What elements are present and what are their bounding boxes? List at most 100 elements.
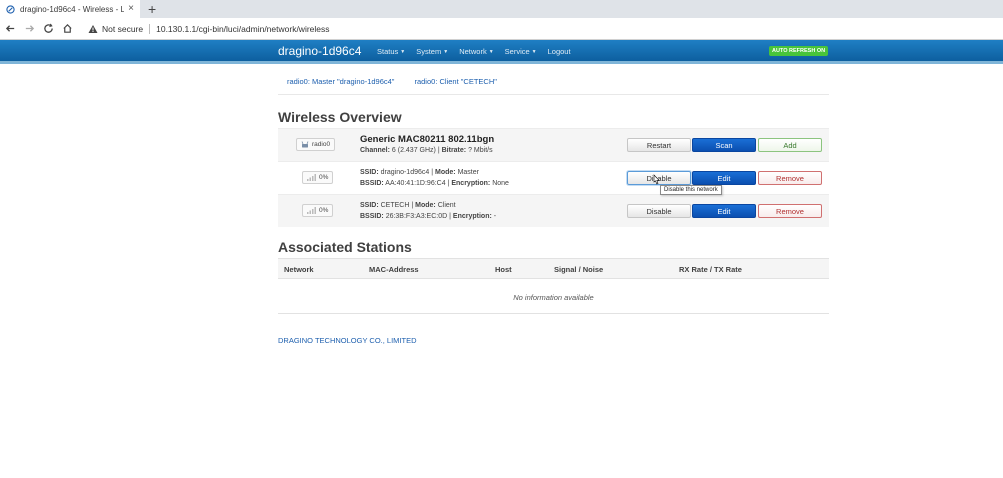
encryption-value: -: [493, 213, 497, 220]
bitrate-label: Bitrate:: [441, 147, 467, 154]
encryption-label: Encryption:: [451, 180, 491, 187]
scan-button[interactable]: Scan: [692, 138, 756, 152]
menu-network[interactable]: Network ▼: [459, 47, 493, 56]
separator: |: [431, 169, 434, 176]
signal-percent: 0%: [319, 174, 329, 181]
menu-status-label: Status: [377, 47, 399, 56]
bitrate-value: ? Mbit/s: [468, 147, 493, 154]
edit-button[interactable]: Edit: [692, 171, 756, 185]
reload-button[interactable]: [39, 20, 57, 38]
associated-stations-table: Network MAC-Address Host Signal / Noise …: [278, 258, 829, 314]
ssid-label: SSID:: [360, 169, 379, 176]
menu-service[interactable]: Service ▼: [505, 47, 537, 56]
radio-badge: radio0: [296, 138, 336, 151]
mode-label: Mode:: [415, 202, 436, 209]
wireless-overview-title: Wireless Overview: [278, 109, 402, 125]
url-text: 10.130.1.1/cgi-bin/luci/admin/network/wi…: [156, 23, 330, 34]
home-icon: [62, 23, 72, 33]
signal-percent: 0%: [319, 207, 329, 214]
luci-header: dragino-1d96c4 Status ▼ System ▼ Network ▼ …: [0, 40, 1003, 64]
disable-tooltip: Disable this network: [660, 185, 722, 195]
signal-badge: 0%: [302, 171, 334, 184]
menu-system[interactable]: System ▼: [416, 47, 448, 56]
bssid-label: BSSID:: [360, 213, 384, 220]
menu-network-label: Network: [459, 47, 487, 56]
browser-tab[interactable]: dragino-1d96c4 - Wireless - LuCI ×: [0, 0, 140, 18]
network-bssid-encryption: BSSID: 26:3B:F3:A3:EC:0D | Encryption: -: [360, 213, 496, 220]
mode-value: Master: [457, 169, 479, 176]
channel-value: 6 (2.437 GHz): [391, 147, 436, 154]
encryption-label: Encryption:: [452, 213, 492, 220]
bssid-value: 26:3B:F3:A3:EC:0D: [385, 213, 448, 220]
empty-message: No information available: [513, 293, 594, 302]
forward-button[interactable]: [20, 20, 38, 38]
separator: |: [449, 213, 451, 220]
caret-down-icon: ▼: [531, 48, 537, 55]
tab-title: dragino-1d96c4 - Wireless - LuCI: [20, 4, 125, 14]
luci-favicon-icon: [6, 4, 15, 14]
column-signal-noise: Signal / Noise: [554, 265, 604, 274]
subtab-bar: radio0: Master "dragino-1d96c4" radio0: …: [278, 68, 829, 95]
device-name: Generic MAC80211 802.11bgn: [360, 134, 495, 145]
url-field[interactable]: Not secure 10.130.1.1/cgi-bin/luci/admin…: [88, 23, 330, 34]
device-row: radio0 Generic MAC80211 802.11bgn Channe…: [278, 128, 829, 161]
menu-service-label: Service: [504, 47, 530, 56]
back-button[interactable]: [1, 20, 19, 38]
footer-link[interactable]: DRAGINO TECHNOLOGY CO., LIMITED: [278, 336, 417, 345]
menu-status[interactable]: Status ▼: [377, 47, 405, 56]
network-bssid-encryption: BSSID: AA:40:41:1D:96:C4 | Encryption: N…: [360, 180, 509, 187]
network-ssid-mode: SSID: CETECH | Mode: Client: [360, 202, 456, 209]
signal-strength-icon: [307, 207, 316, 214]
mode-value: Client: [437, 202, 456, 209]
ssid-value: CETECH: [380, 202, 410, 209]
reload-icon: [43, 23, 53, 33]
signal-strength-icon: [307, 174, 316, 181]
subtab-radio0-client[interactable]: radio0: Client "CETECH": [414, 77, 496, 86]
auto-refresh-toggle[interactable]: AUTO REFRESH ON: [769, 46, 829, 56]
forward-arrow-icon: [25, 25, 34, 32]
encryption-value: None: [492, 180, 509, 187]
menu-system-label: System: [416, 47, 442, 56]
caret-down-icon: ▼: [488, 48, 494, 55]
separator: |: [437, 147, 440, 154]
disable-button[interactable]: Disable: [627, 204, 691, 218]
add-button[interactable]: Add: [758, 138, 822, 152]
column-mac-address: MAC-Address: [369, 265, 419, 274]
address-bar: Not secure 10.130.1.1/cgi-bin/luci/admin…: [0, 18, 1003, 40]
caret-down-icon: ▼: [443, 48, 449, 55]
device-info: Channel: 6 (2.437 GHz) | Bitrate: ? Mbit…: [360, 147, 493, 154]
wifi-radio-icon: [301, 141, 309, 148]
signal-badge: 0%: [302, 204, 334, 217]
main-menu: Status ▼ System ▼ Network ▼ Service ▼ Logout: [377, 47, 571, 56]
subtab-radio0-master[interactable]: radio0: Master "dragino-1d96c4": [287, 77, 394, 86]
network-ssid-mode: SSID: dragino-1d96c4 | Mode: Master: [360, 169, 479, 176]
browser-tab-bar: dragino-1d96c4 - Wireless - LuCI × +: [0, 0, 1003, 18]
channel-label: Channel:: [360, 147, 390, 154]
mode-label: Mode:: [435, 169, 456, 176]
radio-badge-label: radio0: [312, 141, 331, 148]
edit-button[interactable]: Edit: [692, 204, 756, 218]
url-separator: [149, 23, 151, 34]
not-secure-label: Not secure: [102, 23, 144, 34]
home-button[interactable]: [58, 20, 76, 38]
bssid-label: BSSID:: [360, 180, 384, 187]
column-host: Host: [495, 265, 512, 274]
footer: DRAGINO TECHNOLOGY CO., LIMITED: [278, 336, 417, 345]
network-row-client: 0% SSID: CETECH | Mode: Client BSSID: 26…: [278, 194, 829, 227]
separator: |: [411, 202, 414, 209]
new-tab-button[interactable]: +: [148, 1, 156, 17]
brand-hostname[interactable]: dragino-1d96c4: [278, 44, 361, 58]
menu-logout[interactable]: Logout: [548, 47, 571, 56]
column-rx-tx-rate: RX Rate / TX Rate: [679, 265, 742, 274]
restart-button[interactable]: Restart: [627, 138, 691, 152]
main-content: radio0: Master "dragino-1d96c4" radio0: …: [278, 68, 829, 345]
menu-logout-label: Logout: [547, 47, 571, 56]
associated-stations-title: Associated Stations: [278, 239, 412, 255]
bssid-value: AA:40:41:1D:96:C4: [385, 180, 446, 187]
tab-close-icon[interactable]: ×: [128, 4, 134, 14]
table-body: No information available: [278, 279, 829, 314]
network-row-master: 0% SSID: dragino-1d96c4 | Mode: Master B…: [278, 161, 829, 194]
column-network: Network: [284, 265, 314, 274]
remove-button[interactable]: Remove: [758, 204, 822, 218]
remove-button[interactable]: Remove: [758, 171, 822, 185]
